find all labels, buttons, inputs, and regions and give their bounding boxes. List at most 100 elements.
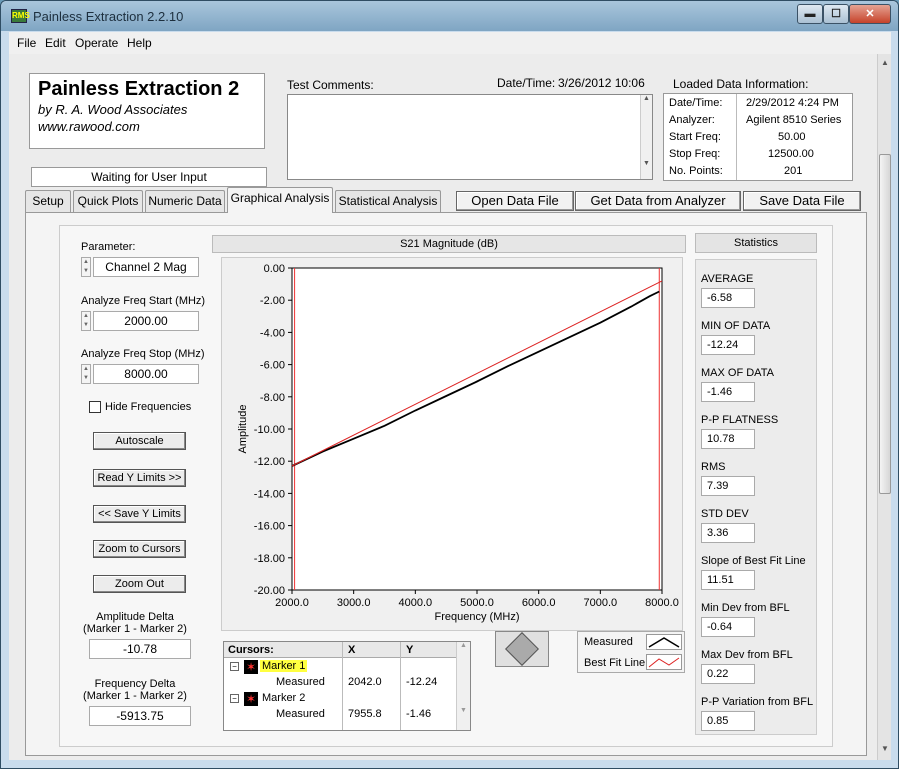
start-freq-input[interactable]: 2000.00 — [93, 311, 199, 331]
get-data-analyzer-button[interactable]: Get Data from Analyzer — [575, 191, 741, 211]
zoom-to-cursors-button[interactable]: Zoom to Cursors — [93, 540, 186, 558]
stat-value: 7.39 — [701, 476, 755, 496]
x-tick-label: 5000.0 — [460, 597, 494, 609]
freq-delta-value: -5913.75 — [89, 706, 191, 726]
stat-label: Max Dev from BFL — [701, 649, 793, 661]
loaded-label-analyzer: Analyzer: — [669, 114, 715, 126]
app-window: RMS Painless Extraction 2.2.10 ▬ ☐ ✕ Fil… — [0, 0, 899, 769]
stat-value: -6.58 — [701, 288, 755, 308]
autoscale-button[interactable]: Autoscale — [93, 432, 186, 450]
loaded-value-start: 50.00 — [778, 131, 806, 143]
title-bar[interactable]: RMS Painless Extraction 2.2.10 ▬ ☐ ✕ — [1, 1, 898, 31]
stop-freq-input[interactable]: 8000.00 — [93, 364, 199, 384]
cursors-scroll-down-icon[interactable]: ▼ — [457, 707, 470, 714]
marker-1-name[interactable]: Marker 1 — [260, 660, 308, 672]
loaded-divider — [736, 94, 737, 180]
parameter-select[interactable]: Channel 2 Mag — [93, 257, 199, 277]
move-diamond-icon[interactable] — [505, 632, 539, 666]
app-name: Painless Extraction 2 — [38, 78, 240, 100]
read-y-limits-button[interactable]: Read Y Limits >> — [93, 469, 186, 487]
loaded-title: Loaded Data Information: — [673, 77, 809, 91]
vertical-scrollbar[interactable]: ▲ ▼ — [877, 54, 891, 760]
menu-bar: File Edit Operate Help — [9, 32, 891, 54]
x-tick-label: 8000.0 — [645, 597, 679, 609]
hide-frequencies-label: Hide Frequencies — [105, 401, 192, 413]
marker-icon: ✶ — [244, 692, 258, 706]
amp-delta-value: -10.78 — [89, 639, 191, 659]
comments-label: Test Comments: — [287, 78, 374, 92]
stat-value: 0.85 — [701, 711, 755, 731]
stat-label: AVERAGE — [701, 273, 754, 285]
x-tick-label: 2000.0 — [275, 597, 309, 609]
hide-frequencies-checkbox[interactable] — [89, 401, 101, 413]
parameter-label: Parameter: — [81, 241, 136, 253]
stat-value: -1.46 — [701, 382, 755, 402]
y-tick-label: -16.00 — [254, 521, 285, 533]
maximize-button[interactable]: ☐ — [823, 4, 849, 24]
tab-statistical-analysis[interactable]: Statistical Analysis — [335, 190, 441, 212]
stat-label: P-P FLATNESS — [701, 414, 779, 426]
tab-quick-plots[interactable]: Quick Plots — [73, 190, 143, 212]
scroll-thumb[interactable] — [879, 154, 891, 494]
marker-icon: ✶ — [244, 660, 258, 674]
close-button[interactable]: ✕ — [849, 4, 891, 24]
stat-value: -0.64 — [701, 617, 755, 637]
cursor-move-pad[interactable] — [495, 631, 549, 667]
stop-freq-spinner[interactable]: ▲ ▼ — [81, 364, 91, 384]
scroll-down-icon[interactable]: ▼ — [879, 742, 891, 756]
datetime-value: 3/26/2012 10:06 — [558, 76, 645, 90]
loaded-label-stop: Stop Freq: — [669, 148, 721, 160]
plot-legend: Measured Best Fit Line — [577, 631, 685, 673]
y-tick-label: -18.00 — [254, 553, 285, 565]
legend-measured-swatch — [646, 634, 682, 650]
y-tick-label: -6.00 — [260, 360, 285, 372]
save-y-limits-button[interactable]: << Save Y Limits — [93, 505, 186, 523]
marker-2-measured: Measured — [276, 708, 325, 720]
stat-value: 3.36 — [701, 523, 755, 543]
statistics-title: Statistics — [695, 233, 817, 253]
collapse-icon[interactable]: − — [230, 694, 239, 703]
stat-value: -12.24 — [701, 335, 755, 355]
cursors-scrollbar[interactable]: ▲ ▼ — [456, 642, 470, 730]
tab-graphical-analysis[interactable]: Graphical Analysis — [227, 187, 333, 213]
loaded-value-analyzer: Agilent 8510 Series — [746, 114, 842, 126]
logo-panel: Painless Extraction 2 by R. A. Wood Asso… — [29, 73, 265, 149]
comments-scroll-up-icon[interactable]: ▲ — [641, 95, 652, 102]
comments-scrollbar[interactable]: ▲ ▼ — [640, 95, 652, 179]
collapse-icon[interactable]: − — [230, 662, 239, 671]
loaded-label-start: Start Freq: — [669, 131, 721, 143]
cursors-col-x: X — [348, 644, 356, 656]
loaded-label-datetime: Date/Time: — [669, 97, 723, 109]
y-tick-label: -8.00 — [260, 392, 285, 404]
cursors-scroll-up-icon[interactable]: ▲ — [457, 642, 470, 649]
status-field: Waiting for User Input — [31, 167, 267, 187]
stat-label: MAX OF DATA — [701, 367, 774, 379]
amp-delta-label: Amplitude Delta — [96, 611, 174, 623]
cursors-table: Cursors: X Y ▲ ▼ − ✶ Marker 1 Measured 2… — [223, 641, 471, 731]
menu-operate[interactable]: Operate — [75, 36, 118, 50]
comments-scroll-down-icon[interactable]: ▼ — [641, 160, 652, 167]
stat-label: P-P Variation from BFL — [701, 696, 814, 708]
x-tick-label: 3000.0 — [337, 597, 371, 609]
stop-freq-label: Analyze Freq Stop (MHz) — [81, 348, 205, 360]
stat-label: RMS — [701, 461, 726, 473]
scroll-up-icon[interactable]: ▲ — [879, 56, 891, 70]
zoom-out-button[interactable]: Zoom Out — [93, 575, 186, 593]
tab-setup[interactable]: Setup — [25, 190, 71, 212]
menu-file[interactable]: File — [17, 36, 36, 50]
start-freq-label: Analyze Freq Start (MHz) — [81, 295, 206, 307]
tab-numeric-data[interactable]: Numeric Data — [145, 190, 225, 212]
stat-value: 10.78 — [701, 429, 755, 449]
legend-measured: Measured — [584, 636, 633, 648]
save-data-file-button[interactable]: Save Data File — [743, 191, 861, 211]
marker-2-name[interactable]: Marker 2 — [262, 692, 305, 704]
comments-textarea[interactable]: ▲ ▼ — [287, 94, 653, 180]
s21-chart[interactable]: 0.00 -2.00 -4.00 -6.00 -8.00 -10.00 -12.00 -14.… — [222, 258, 682, 630]
open-data-file-button[interactable]: Open Data File — [456, 191, 574, 211]
datetime-label: Date/Time: — [497, 76, 556, 90]
parameter-spinner[interactable]: ▲ ▼ — [81, 257, 91, 277]
start-freq-spinner[interactable]: ▲ ▼ — [81, 311, 91, 331]
menu-edit[interactable]: Edit — [45, 36, 66, 50]
menu-help[interactable]: Help — [127, 36, 152, 50]
minimize-button[interactable]: ▬ — [797, 4, 823, 24]
